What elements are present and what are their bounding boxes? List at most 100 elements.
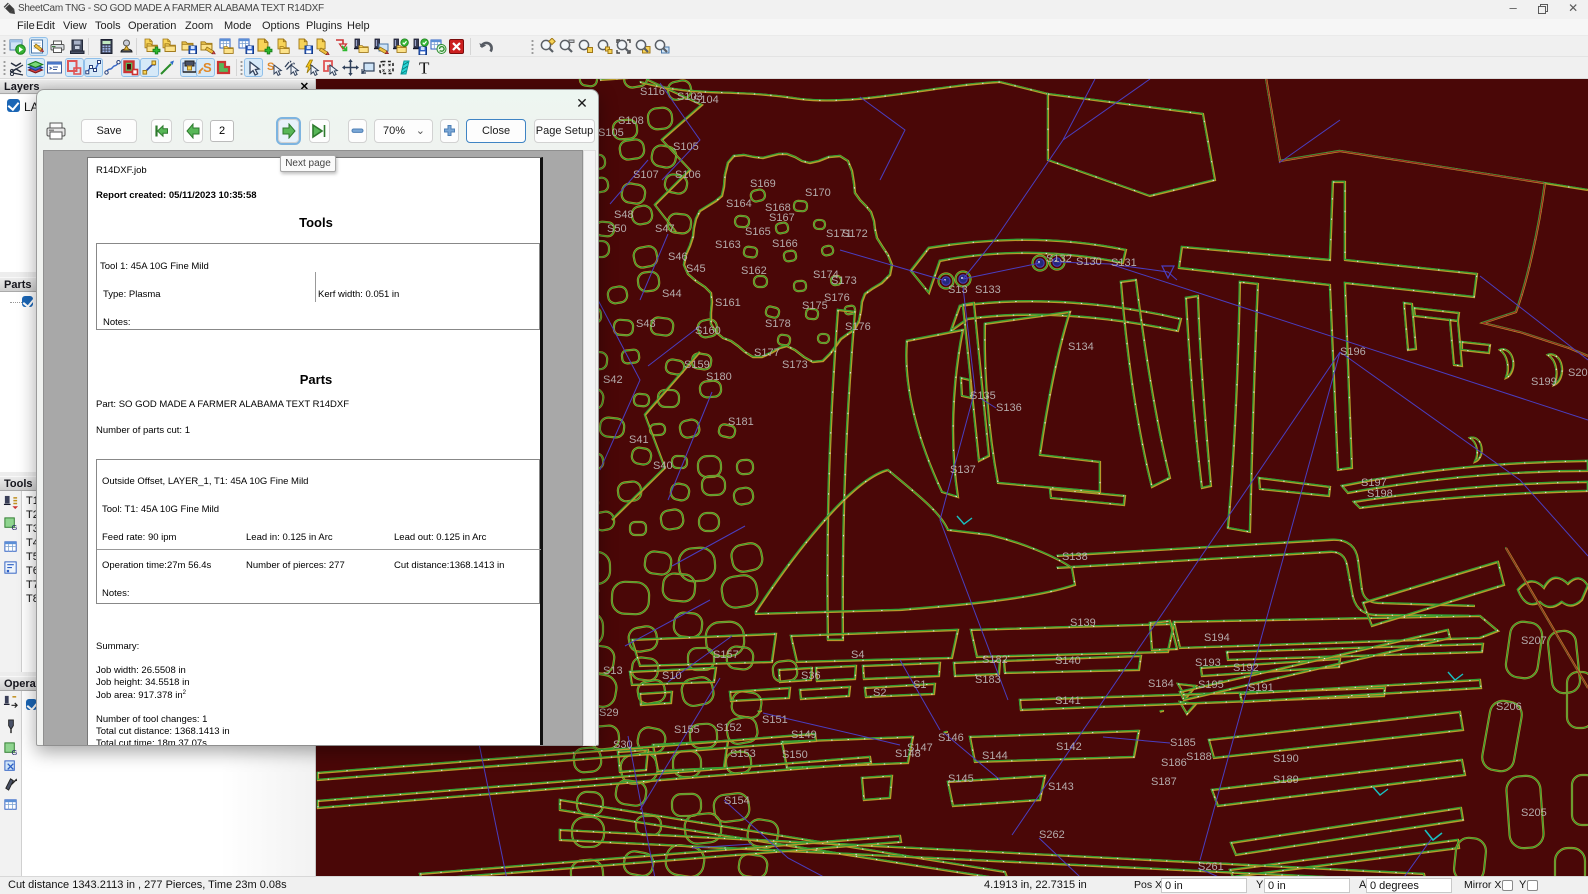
- svg-text:S10: S10: [662, 670, 682, 682]
- svg-text:S200: S200: [1568, 367, 1588, 379]
- svg-text:S1: S1: [913, 679, 926, 691]
- svg-text:S145: S145: [948, 773, 974, 785]
- svg-text:S116: S116: [640, 86, 665, 98]
- svg-text:S40: S40: [653, 460, 673, 472]
- svg-text:S4: S4: [851, 649, 864, 661]
- svg-text:S45: S45: [686, 263, 706, 275]
- svg-text:S167: S167: [769, 212, 795, 224]
- svg-text:S186: S186: [1161, 757, 1187, 769]
- svg-text:S148: S148: [895, 748, 921, 760]
- svg-text:S195: S195: [1198, 679, 1224, 691]
- svg-text:S188: S188: [1186, 751, 1212, 763]
- svg-text:S160: S160: [695, 325, 721, 337]
- svg-text:S190: S190: [1273, 753, 1299, 765]
- svg-text:S133: S133: [975, 284, 1001, 296]
- svg-text:S183: S183: [975, 674, 1001, 686]
- svg-text:S106: S106: [675, 169, 701, 181]
- svg-text:S154: S154: [724, 795, 750, 807]
- svg-text:S13: S13: [603, 665, 623, 677]
- svg-text:S137: S137: [950, 464, 976, 476]
- svg-text:S130: S130: [1076, 256, 1102, 268]
- svg-text:S176: S176: [824, 292, 850, 304]
- svg-text:S41: S41: [629, 434, 649, 446]
- svg-text:S177: S177: [754, 347, 780, 359]
- svg-text:S44: S44: [662, 288, 682, 300]
- svg-text:S146: S146: [938, 732, 964, 744]
- svg-text:S107: S107: [633, 169, 659, 181]
- svg-text:S: S: [267, 61, 274, 73]
- svg-text:S173: S173: [782, 359, 808, 371]
- svg-text:S139: S139: [1070, 617, 1096, 629]
- svg-text:S135: S135: [970, 390, 996, 402]
- svg-text:S42: S42: [603, 374, 623, 386]
- svg-text:S171: S171: [826, 228, 852, 240]
- svg-text:S262: S262: [1039, 829, 1065, 841]
- svg-text:S163: S163: [715, 239, 741, 251]
- svg-text:S136: S136: [996, 402, 1022, 414]
- svg-text:S191: S191: [1248, 682, 1274, 694]
- svg-text:S141: S141: [1055, 695, 1081, 707]
- svg-text:S161: S161: [715, 297, 741, 309]
- svg-text:S181: S181: [728, 416, 754, 428]
- svg-text:S176: S176: [845, 321, 871, 333]
- svg-text:S199: S199: [1531, 376, 1557, 388]
- svg-text:S105: S105: [598, 127, 624, 139]
- svg-text:S198: S198: [1367, 488, 1393, 500]
- svg-text:S104: S104: [693, 94, 719, 106]
- svg-text:S140: S140: [1055, 655, 1081, 667]
- svg-text:S174: S174: [813, 269, 839, 281]
- svg-text:S193: S193: [1195, 657, 1221, 669]
- svg-text:S36: S36: [801, 670, 821, 682]
- svg-text:T: T: [419, 59, 430, 76]
- svg-text:S149: S149: [791, 729, 817, 741]
- svg-text:S134: S134: [1068, 341, 1094, 353]
- svg-text:S159: S159: [684, 359, 710, 371]
- svg-text:S50: S50: [607, 223, 627, 235]
- svg-text:G: G: [11, 748, 17, 757]
- svg-text:S261: S261: [1198, 861, 1224, 873]
- svg-text:S182: S182: [982, 654, 1008, 666]
- svg-text:S194: S194: [1204, 632, 1230, 644]
- svg-text:S138: S138: [1062, 551, 1088, 563]
- svg-text:S43: S43: [636, 318, 656, 330]
- svg-text:S155: S155: [674, 724, 700, 736]
- svg-text:S150: S150: [782, 749, 808, 761]
- svg-text:S142: S142: [1056, 741, 1082, 753]
- svg-text:S13: S13: [948, 284, 968, 296]
- svg-text:S206: S206: [1496, 701, 1522, 713]
- svg-text:G: G: [11, 523, 17, 532]
- svg-text:S196: S196: [1340, 346, 1366, 358]
- svg-text:S178: S178: [765, 318, 791, 330]
- svg-text:S180: S180: [706, 371, 732, 383]
- svg-text:S151: S151: [762, 714, 788, 726]
- svg-text:S207: S207: [1521, 635, 1547, 647]
- svg-text:S165: S165: [745, 226, 771, 238]
- svg-text:S2: S2: [873, 687, 886, 699]
- svg-text:S169: S169: [750, 178, 776, 190]
- svg-text:S170: S170: [805, 187, 831, 199]
- svg-text:S48: S48: [614, 209, 634, 221]
- svg-text:S185: S185: [1170, 737, 1196, 749]
- svg-text:S152: S152: [716, 722, 742, 734]
- svg-text:S131: S131: [1111, 257, 1137, 269]
- svg-text:S105: S105: [673, 141, 699, 153]
- svg-text:S46: S46: [668, 251, 688, 263]
- svg-text:S30: S30: [613, 739, 633, 751]
- svg-text:S187: S187: [1151, 776, 1177, 788]
- svg-text:S47: S47: [655, 223, 675, 235]
- svg-text:S184: S184: [1148, 678, 1174, 690]
- svg-text:S166: S166: [772, 238, 798, 250]
- svg-text:S143: S143: [1048, 781, 1074, 793]
- svg-text:S108: S108: [618, 115, 644, 127]
- svg-text:S175: S175: [802, 300, 828, 312]
- svg-text:S132: S132: [1046, 253, 1072, 265]
- svg-text:S29: S29: [599, 707, 619, 719]
- svg-text:S189: S189: [1273, 774, 1299, 786]
- svg-text:S192: S192: [1233, 662, 1259, 674]
- svg-text:S162: S162: [741, 265, 767, 277]
- svg-text:S205: S205: [1521, 807, 1547, 819]
- svg-text:S164: S164: [726, 198, 752, 210]
- svg-text:S157: S157: [713, 649, 739, 661]
- svg-text:S144: S144: [982, 750, 1008, 762]
- svg-text:S153: S153: [730, 748, 756, 760]
